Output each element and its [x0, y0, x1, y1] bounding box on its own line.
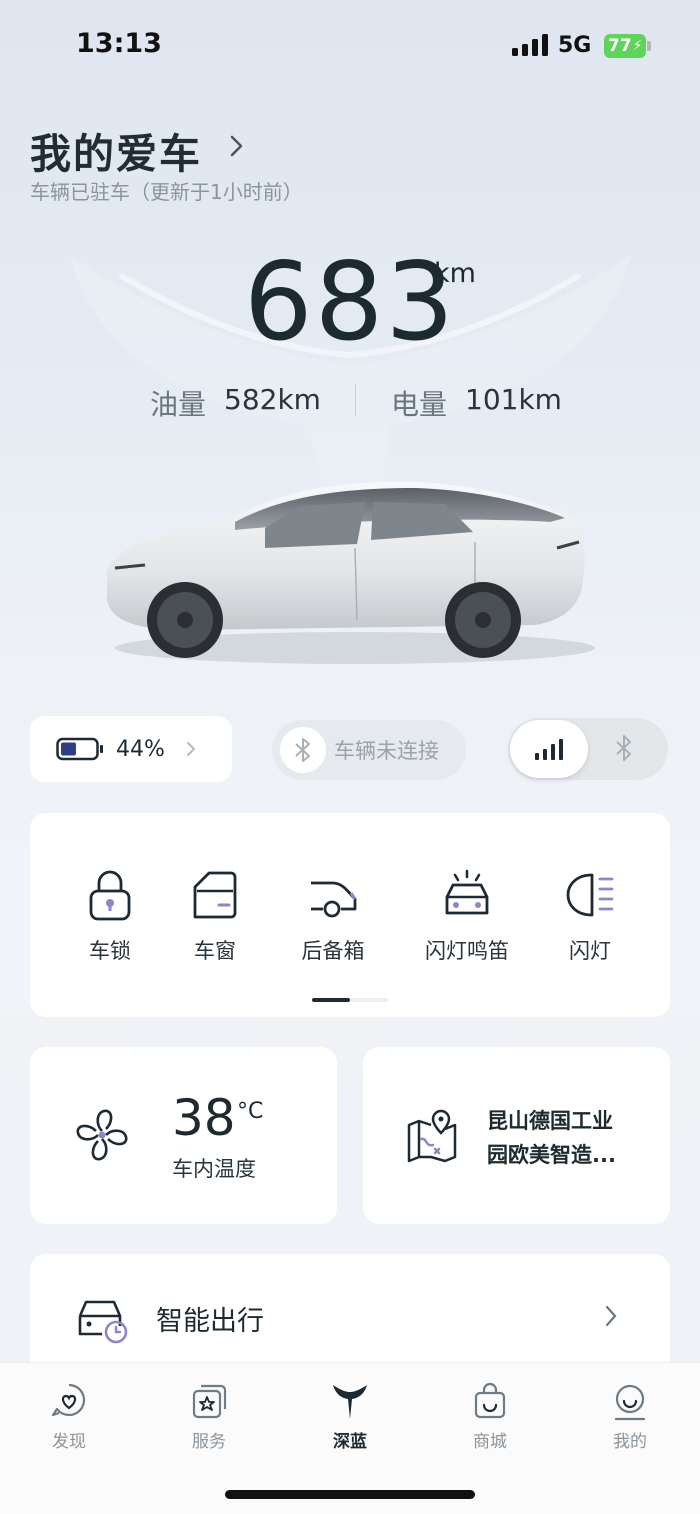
battery-icon [56, 737, 103, 761]
tab-service[interactable]: 服务 [169, 1381, 249, 1452]
connection-status-text: 车辆未连接 [334, 739, 439, 763]
tab-label: 发现 [52, 1432, 86, 1452]
chevron-right-icon [186, 742, 196, 756]
battery-card[interactable]: 44% [30, 716, 232, 782]
location-card[interactable]: 昆山德国工业 园欧美智造... [363, 1047, 670, 1224]
location-text-line1: 昆山德国工业 [487, 1109, 613, 1133]
control-trunk[interactable]: 后备箱 [288, 869, 378, 965]
total-range: 683 [0, 240, 700, 365]
range-divider [355, 384, 356, 416]
tab-shop[interactable]: 商城 [450, 1381, 530, 1452]
bluetooth-mode-icon[interactable] [614, 733, 634, 763]
control-label: 闪灯鸣笛 [425, 939, 509, 963]
shop-bag-icon [474, 1382, 506, 1419]
deepal-logo-icon [333, 1385, 367, 1419]
electric-range-value: 101km [465, 383, 562, 416]
control-label: 车窗 [194, 939, 236, 963]
location-text-line2: 园欧美智造... [487, 1143, 616, 1167]
control-lock[interactable]: 车锁 [70, 869, 150, 965]
tab-deepal[interactable]: 深蓝 [310, 1381, 390, 1452]
car-image [107, 481, 595, 664]
cabin-temperature-label: 车内温度 [172, 1157, 256, 1181]
range-value: 683 [243, 240, 457, 365]
headlight-icon [566, 873, 614, 917]
cabin-temperature-value: 38 [172, 1089, 236, 1147]
page-dot-active [312, 998, 350, 1002]
connection-status-pill[interactable]: 车辆未连接 [272, 720, 466, 780]
tab-label: 我的 [613, 1432, 647, 1452]
battery-percent: 44% [116, 736, 165, 762]
temperature-unit: °C [237, 1099, 264, 1124]
window-icon [193, 871, 237, 919]
control-label: 闪灯 [569, 939, 611, 963]
vehicle-status-text: 车辆已驻车（更新于1小时前） [30, 180, 303, 204]
flash-horn-icon [445, 869, 489, 915]
cellular-mode-icon[interactable] [510, 720, 588, 778]
service-icon [192, 1384, 227, 1419]
tab-label: 商城 [473, 1432, 507, 1452]
status-time: 13:13 [76, 28, 162, 59]
fan-icon [76, 1109, 128, 1161]
fuel-range-value: 582km [224, 383, 321, 416]
chevron-right-icon[interactable] [226, 132, 248, 160]
controls-page-indicator [312, 998, 388, 1002]
range-unit: km [434, 258, 476, 289]
page-title[interactable]: 我的爱车 [30, 120, 202, 180]
control-window[interactable]: 车窗 [175, 869, 255, 965]
bluetooth-icon [280, 727, 326, 773]
fuel-range-label: 油量 [150, 388, 207, 421]
status-battery-level: 77 [608, 36, 632, 56]
lock-icon [89, 870, 131, 921]
control-flash-horn[interactable]: 闪灯鸣笛 [412, 869, 522, 965]
map-pin-icon [407, 1109, 457, 1163]
tab-profile[interactable]: 我的 [590, 1381, 670, 1452]
tab-label: 服务 [192, 1432, 226, 1452]
tab-discover[interactable]: 发现 [29, 1381, 109, 1452]
battery-cap [647, 41, 651, 51]
tab-label: 深蓝 [333, 1432, 367, 1452]
discover-icon [51, 1383, 86, 1417]
car-schedule-icon [78, 1300, 128, 1344]
page-dot [350, 998, 388, 1002]
vehicle-controls-card: 车锁 车窗 后备箱 闪灯鸣笛 闪灯 [30, 813, 670, 1017]
network-type: 5G [558, 33, 592, 58]
control-label: 后备箱 [301, 939, 365, 963]
control-headlight[interactable]: 闪灯 [554, 869, 626, 965]
cellular-signal-icon [512, 34, 548, 56]
profile-icon [614, 1384, 646, 1421]
connection-mode-toggle[interactable] [508, 718, 668, 780]
electric-range-label: 电量 [391, 388, 448, 421]
home-indicator[interactable] [225, 1490, 475, 1499]
control-label: 车锁 [89, 939, 131, 963]
trunk-icon [311, 881, 357, 918]
status-battery-icon: 77 ⚡ [604, 34, 646, 58]
smart-travel-label: 智能出行 [156, 1306, 264, 1337]
climate-card[interactable]: 38 °C 车内温度 [30, 1047, 337, 1224]
chevron-right-icon [605, 1305, 617, 1327]
